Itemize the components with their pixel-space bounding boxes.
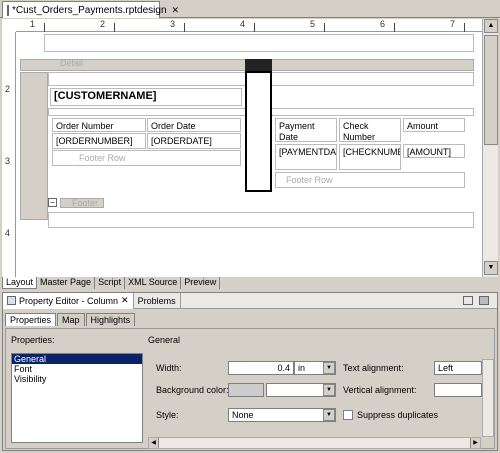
- amount-header[interactable]: Amount: [403, 118, 465, 132]
- scroll-left-icon[interactable]: ◀: [149, 438, 159, 448]
- properties-horizontal-scrollbar[interactable]: ◀ ▶: [148, 437, 481, 449]
- chevron-down-icon[interactable]: ▼: [323, 409, 335, 421]
- tab-script[interactable]: Script: [95, 277, 126, 289]
- tab-master-page[interactable]: Master Page: [37, 277, 96, 289]
- properties-content: Properties: General General Font Visibil…: [5, 328, 495, 449]
- ruler-label: 1: [30, 19, 36, 29]
- payments-footer-row[interactable]: Footer Row: [275, 172, 465, 188]
- ruler-label: 6: [380, 19, 386, 29]
- scroll-down-icon[interactable]: ▼: [484, 261, 498, 275]
- customer-name-field[interactable]: [CUSTOMERNAME]: [50, 88, 242, 106]
- order-number-header[interactable]: Order Number: [52, 118, 146, 132]
- orders-footer-row[interactable]: Footer Row: [52, 150, 241, 166]
- ruler-label: 3: [5, 156, 11, 166]
- ruler-label: 4: [240, 19, 246, 29]
- editor-tab-bar: *Cust_Orders_Payments.rptdesign ✕: [0, 0, 500, 18]
- editor-vertical-scrollbar[interactable]: ▲ ▼: [482, 19, 498, 277]
- panel-title-bar: Property Editor - Column ✕ Problems: [3, 292, 497, 309]
- ruler-label: 2: [5, 84, 11, 94]
- suppress-duplicates-checkbox[interactable]: [343, 410, 353, 420]
- editor-tab-title: *Cust_Orders_Payments.rptdesign: [12, 4, 167, 16]
- horizontal-ruler: 1 2 3 4 5 6 7: [16, 19, 482, 32]
- order-date-field[interactable]: [ORDERDATE]: [147, 133, 241, 149]
- tab-problems[interactable]: Problems: [134, 292, 181, 309]
- amount-field[interactable]: [AMOUNT]: [403, 144, 465, 158]
- text-alignment-label: Text alignment:: [343, 363, 404, 373]
- tab-highlights[interactable]: Highlights: [85, 313, 136, 326]
- ruler-tick: [44, 23, 45, 32]
- ruler-label: 3: [170, 19, 176, 29]
- background-color-label: Background color:: [156, 385, 229, 395]
- ruler-label: 5: [310, 19, 316, 29]
- footer-row[interactable]: [48, 212, 474, 228]
- order-number-field[interactable]: [ORDERNUMBER]: [52, 133, 146, 149]
- property-icon: [7, 296, 16, 305]
- ruler-label: 2: [100, 19, 106, 29]
- tab-property-editor[interactable]: Property Editor - Column ✕: [3, 292, 134, 309]
- ruler-tick: [464, 23, 465, 32]
- ruler-tick: [184, 23, 185, 32]
- vertical-ruler: 2 3 4: [2, 32, 16, 277]
- property-editor-title: Property Editor - Column: [19, 295, 119, 306]
- editor-page-tabs: Layout Master Page Script XML Source Pre…: [2, 277, 498, 289]
- ruler-label: 4: [5, 228, 11, 238]
- property-sub-tabs: Properties Map Highlights: [5, 313, 136, 326]
- page-header-band[interactable]: [44, 34, 474, 52]
- scroll-right-icon[interactable]: ▶: [470, 438, 480, 448]
- row-gutter: [20, 72, 48, 220]
- close-panel-icon[interactable]: ✕: [121, 295, 129, 306]
- footer-label: Footer: [72, 198, 99, 208]
- width-field[interactable]: 0.4: [228, 361, 294, 375]
- list-item-general[interactable]: General: [12, 354, 142, 364]
- tab-xml-source[interactable]: XML Source: [125, 277, 182, 289]
- properties-label: Properties:: [11, 335, 55, 345]
- report-file-icon: [7, 4, 9, 16]
- ruler-tick: [324, 23, 325, 32]
- tab-map[interactable]: Map: [57, 313, 85, 326]
- style-label: Style:: [156, 410, 179, 420]
- style-select[interactable]: None: [228, 408, 336, 422]
- properties-vertical-scrollbar[interactable]: [482, 359, 494, 437]
- ruler-tick: [394, 23, 395, 32]
- problems-label: Problems: [137, 295, 176, 306]
- selected-column-handle[interactable]: [245, 59, 272, 71]
- ruler-corner: [2, 19, 16, 32]
- check-number-field[interactable]: [CHECKNUMBER]: [339, 144, 401, 170]
- ruler-label: 7: [450, 19, 456, 29]
- chevron-down-icon[interactable]: ▼: [323, 362, 335, 374]
- detail-row-label: Detail: [60, 58, 84, 68]
- suppress-duplicates-label: Suppress duplicates: [357, 410, 439, 420]
- scroll-up-icon[interactable]: ▲: [484, 19, 498, 33]
- check-number-header[interactable]: Check Number: [339, 118, 401, 142]
- vertical-alignment-select[interactable]: [434, 383, 482, 397]
- tab-layout[interactable]: Layout: [2, 277, 38, 289]
- property-category-list[interactable]: General Font Visibility: [11, 353, 143, 443]
- tab-preview[interactable]: Preview: [181, 277, 221, 289]
- property-editor-panel: Property Editor - Column ✕ Problems Prop…: [2, 292, 498, 451]
- collapse-footer-icon[interactable]: −: [48, 198, 57, 207]
- order-date-header[interactable]: Order Date: [147, 118, 241, 132]
- general-heading: General: [148, 335, 181, 345]
- scrollbar-thumb[interactable]: [484, 35, 498, 145]
- width-label: Width:: [156, 363, 182, 373]
- text-alignment-select[interactable]: Left: [434, 361, 482, 375]
- tab-properties[interactable]: Properties: [5, 313, 57, 326]
- payment-date-field[interactable]: [PAYMENTDATE]: [275, 144, 337, 170]
- maximize-icon[interactable]: [479, 296, 489, 305]
- color-swatch-button[interactable]: [228, 383, 264, 397]
- minimize-icon[interactable]: [463, 296, 473, 305]
- ruler-tick: [254, 23, 255, 32]
- ruler-tick: [114, 23, 115, 32]
- layout-canvas[interactable]: Detail [CUSTOMERNAME] Order Number Order…: [16, 32, 482, 277]
- list-item-font[interactable]: Font: [12, 364, 142, 374]
- list-item-visibility[interactable]: Visibility: [12, 374, 142, 384]
- editor-tab[interactable]: *Cust_Orders_Payments.rptdesign ✕: [2, 1, 179, 18]
- chevron-down-icon[interactable]: ▼: [323, 384, 335, 396]
- vertical-alignment-label: Vertical alignment:: [343, 385, 417, 395]
- selected-column[interactable]: [245, 71, 272, 192]
- close-tab-icon[interactable]: ✕: [172, 5, 180, 16]
- payment-date-header[interactable]: Payment Date: [275, 118, 337, 142]
